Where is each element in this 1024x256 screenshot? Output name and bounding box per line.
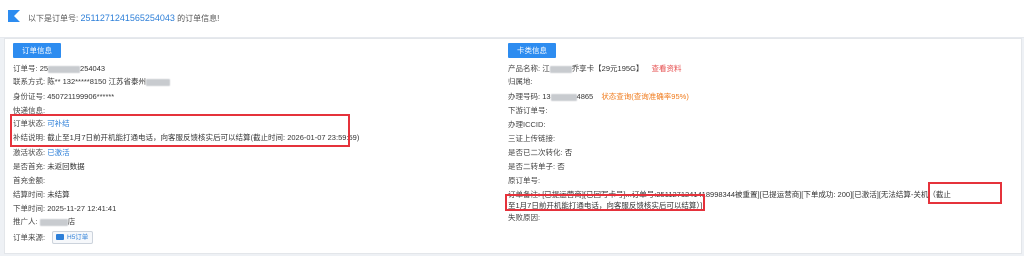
- express-row: 快递信息:: [13, 105, 45, 116]
- supplement-value: 截止至1月7日前开机能打通电话，向客服反馈核实后可以结算(截止时间: 2026-…: [47, 133, 360, 142]
- contact-row: 联系方式: 陈** 132*****8150 江苏省泰州: [13, 76, 170, 87]
- order-source-label: 订单来源:: [13, 233, 46, 242]
- first-amount-label: 首充金额:: [13, 176, 46, 185]
- second-order-row: 是否二转单子: 否: [508, 161, 565, 172]
- order-remark-label: 订单备注:: [508, 190, 541, 199]
- view-profile-link[interactable]: 查看资料: [651, 64, 681, 73]
- settle-time-label: 结算时间:: [13, 190, 46, 199]
- order-source-row: 订单来源:: [13, 232, 45, 243]
- product-name-value-start: 江: [542, 64, 550, 73]
- header-prefix: 以下是订单号:: [28, 14, 79, 23]
- order-number-row: 订单号: 25 254043: [13, 63, 105, 74]
- order-status-label: 订单状态:: [13, 119, 46, 128]
- masked-segment: [39, 218, 68, 226]
- upload-link-row: 三证上传链接:: [508, 133, 555, 144]
- flag-icon: [8, 10, 20, 22]
- phone-row: 办理号码: 13 4865 状态查询(查询准确率95%): [508, 91, 689, 102]
- order-header-text: 以下是订单号: 2511271241565254043 的订单信息!: [28, 13, 219, 24]
- order-header-bar: 以下是订单号: 2511271241565254043 的订单信息!: [0, 0, 1024, 38]
- express-label: 快递信息:: [13, 106, 46, 115]
- secondary-convert-label: 是否已二次转化:: [508, 148, 563, 157]
- order-time-row: 下单时间: 2025-11-27 12:41:41: [13, 203, 116, 214]
- h5-icon: [56, 234, 64, 241]
- phone-value-start: 13: [542, 92, 551, 101]
- iccid-row: 办理ICCID:: [508, 119, 546, 130]
- masked-segment: [48, 65, 81, 73]
- order-source-value: H5订单: [67, 234, 89, 241]
- activation-row: 激活状态: 已激活: [13, 147, 70, 158]
- order-number-label: 订单号:: [13, 64, 38, 73]
- activation-value: 已激活: [47, 148, 70, 157]
- phone-value-end: 4865: [576, 92, 594, 101]
- supplement-row: 补结说明: 截止至1月7日前开机能打通电话，向客服反馈核实后可以结算(截止时间:…: [13, 132, 359, 143]
- order-remark-row: 订单备注: [已提运营商][已回写卡号]...订单号:2511271241418…: [508, 189, 951, 200]
- product-name-row: 产品名称: 江 乔享卡【29元195G】 查看资料: [508, 63, 681, 74]
- order-status-link[interactable]: 可补结: [47, 119, 70, 128]
- order-number-value-start: 25: [39, 64, 49, 73]
- first-recharge-label: 是否首充:: [13, 162, 46, 171]
- card-info-tag: 卡类信息: [508, 43, 556, 58]
- status-query-link[interactable]: 状态查询(查询准确率95%): [601, 92, 689, 101]
- id-card-row: 身份证号: 450721199906******: [13, 91, 114, 102]
- first-amount-row: 首充金额:: [13, 175, 45, 186]
- second-order-label: 是否二转单子:: [508, 162, 556, 171]
- secondary-convert-value: 否: [564, 148, 573, 157]
- first-recharge-row: 是否首充: 未返回数据: [13, 161, 85, 172]
- order-number-value-end: 254043: [80, 64, 106, 73]
- order-time-label: 下单时间:: [13, 204, 46, 213]
- masked-segment: [549, 65, 572, 73]
- order-remark-row-2: 至1月7日前开机能打通电话，向客服反馈核实后可以结算）]: [508, 200, 702, 211]
- phone-label: 办理号码:: [508, 92, 541, 101]
- iccid-label: 办理ICCID:: [508, 120, 546, 129]
- downstream-order-label: 下游订单号:: [508, 106, 548, 115]
- activation-label: 激活状态:: [13, 148, 46, 157]
- id-card-label: 身份证号:: [13, 92, 46, 101]
- masked-segment: [550, 93, 577, 101]
- region-row: 归属地:: [508, 76, 533, 87]
- h5-order-badge: H5订单: [52, 231, 94, 244]
- original-order-label: 原订单号:: [508, 176, 541, 185]
- first-recharge-value: 未返回数据: [47, 162, 85, 171]
- order-remark-value-2: 至1月7日前开机能打通电话，向客服反馈核实后可以结算）]: [508, 201, 703, 210]
- id-card-value: 450721199906******: [47, 92, 115, 101]
- settle-time-row: 结算时间: 未结算: [13, 189, 70, 200]
- masked-segment: [145, 78, 170, 86]
- secondary-convert-row: 是否已二次转化: 否: [508, 147, 572, 158]
- supplement-label: 补结说明:: [13, 133, 46, 142]
- settle-time-value: 未结算: [47, 190, 70, 199]
- order-info-tag: 订单信息: [13, 43, 61, 58]
- order-remark-value: [已提运营商][已回写卡号]...订单号:2511271241418998344…: [542, 190, 951, 199]
- promoter-value: 店: [67, 217, 76, 226]
- order-time-value: 2025-11-27 12:41:41: [47, 204, 117, 213]
- original-order-row: 原订单号:: [508, 175, 540, 186]
- header-suffix: 的订单信息!: [177, 14, 220, 23]
- promoter-label: 推广人:: [13, 217, 38, 226]
- second-order-value: 否: [557, 162, 565, 171]
- order-status-row: 订单状态: 可补结: [13, 118, 70, 129]
- contact-value: 陈** 132*****8150 江苏省泰州: [47, 77, 146, 86]
- downstream-order-row: 下游订单号:: [508, 105, 548, 116]
- product-name-value-end: 乔享卡【29元195G】: [571, 64, 644, 73]
- header-order-number: 2511271241565254043: [80, 13, 175, 23]
- contact-label: 联系方式:: [13, 77, 46, 86]
- fail-reason-label: 失败原因:: [508, 213, 541, 222]
- region-label: 归属地:: [508, 77, 533, 86]
- promoter-row: 推广人: 店: [13, 216, 75, 227]
- fail-reason-row: 失败原因:: [508, 212, 540, 223]
- upload-link-label: 三证上传链接:: [508, 134, 556, 143]
- product-name-label: 产品名称:: [508, 64, 541, 73]
